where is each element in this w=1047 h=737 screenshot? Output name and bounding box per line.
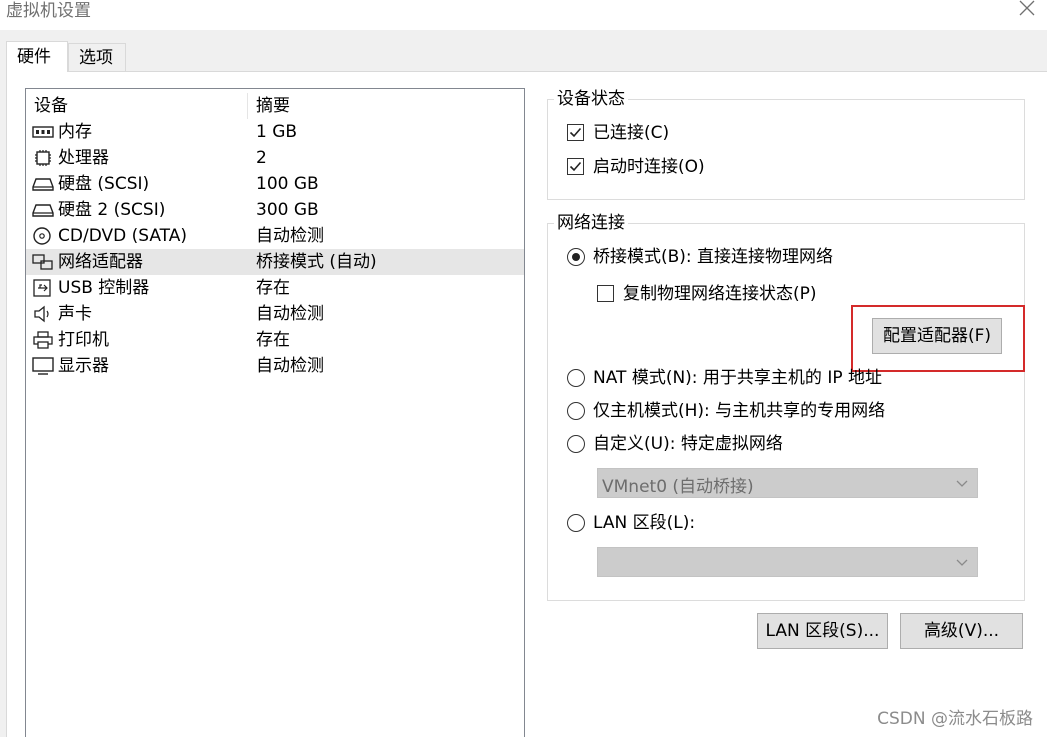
custom-network-value: VMnet0 (自动桥接) <box>602 477 754 497</box>
device-summary: 自动检测 <box>256 226 324 246</box>
cd-dvd-icon <box>32 227 54 245</box>
host-only-label[interactable]: 仅主机模式(H): 与主机共享的专用网络 <box>593 400 885 422</box>
bridged-label[interactable]: 桥接模式(B): 直接连接物理网络 <box>593 246 833 268</box>
lan-segment-radio[interactable] <box>567 514 585 532</box>
network-adapter-icon <box>32 253 54 271</box>
device-row-memory[interactable]: 内存 1 GB <box>26 119 524 145</box>
tab-hardware[interactable]: 硬件 <box>6 41 68 72</box>
device-row-cd-dvd[interactable]: CD/DVD (SATA) 自动检测 <box>26 223 524 249</box>
radio-dot <box>572 253 580 261</box>
chevron-down-icon <box>955 475 969 489</box>
configure-adapters-button[interactable]: 配置适配器(F) <box>872 318 1002 354</box>
device-summary: 300 GB <box>256 200 319 220</box>
network-connection-title: 网络连接 <box>554 213 628 233</box>
device-status-title: 设备状态 <box>554 89 628 109</box>
chevron-down-icon <box>955 554 969 568</box>
replicate-state-label[interactable]: 复制物理网络连接状态(P) <box>623 283 817 305</box>
device-summary: 桥接模式 (自动) <box>256 252 377 272</box>
host-only-radio[interactable] <box>567 402 585 420</box>
lan-segment-label[interactable]: LAN 区段(L): <box>593 512 695 534</box>
device-row-network-adapter[interactable]: 网络适配器 桥接模式 (自动) <box>26 249 524 275</box>
device-name: 显示器 <box>58 356 109 376</box>
custom-network-select[interactable]: VMnet0 (自动桥接) <box>597 468 978 498</box>
device-row-usb-controller[interactable]: USB 控制器 存在 <box>26 275 524 301</box>
device-row-printer[interactable]: 打印机 存在 <box>26 327 524 353</box>
connect-at-power-on-checkbox[interactable] <box>567 158 584 175</box>
column-header-device[interactable]: 设备 <box>34 93 68 119</box>
nat-label[interactable]: NAT 模式(N): 用于共享主机的 IP 地址 <box>593 367 882 389</box>
device-summary: 2 <box>256 148 267 168</box>
device-name: USB 控制器 <box>58 278 150 298</box>
device-name: 声卡 <box>58 304 92 324</box>
connected-label[interactable]: 已连接(C) <box>593 122 669 144</box>
device-name: 处理器 <box>58 148 109 168</box>
device-name: 内存 <box>58 122 92 142</box>
custom-label[interactable]: 自定义(U): 特定虚拟网络 <box>593 433 783 455</box>
device-summary: 自动检测 <box>256 304 324 324</box>
device-row-display[interactable]: 显示器 自动检测 <box>26 353 524 379</box>
device-summary: 存在 <box>256 330 290 350</box>
sound-card-icon <box>32 305 54 323</box>
device-name: 网络适配器 <box>58 252 143 272</box>
custom-radio[interactable] <box>567 435 585 453</box>
connected-checkbox[interactable] <box>567 124 584 141</box>
window-title: 虚拟机设置 <box>6 1 91 21</box>
connect-at-power-on-label[interactable]: 启动时连接(O) <box>593 156 705 178</box>
device-summary: 自动检测 <box>256 356 324 376</box>
device-summary: 100 GB <box>256 174 319 194</box>
hard-disk-icon <box>32 175 54 193</box>
watermark: CSDN @流水石板路 <box>877 709 1033 729</box>
display-icon <box>32 357 54 375</box>
title-bar <box>0 0 1047 30</box>
replicate-state-checkbox[interactable] <box>597 285 614 302</box>
device-row-hard-disk[interactable]: 硬盘 (SCSI) 100 GB <box>26 171 524 197</box>
lan-segment-select[interactable] <box>597 547 978 577</box>
memory-icon <box>32 123 54 141</box>
device-row-processor[interactable]: 处理器 2 <box>26 145 524 171</box>
device-status-group <box>547 99 1025 200</box>
processor-icon <box>32 149 54 167</box>
nat-radio[interactable] <box>567 369 585 387</box>
lan-segments-button[interactable]: LAN 区段(S)... <box>757 613 888 649</box>
device-list[interactable]: 设备 摘要 内存 1 GB 处理器 2 硬盘 (SCSI) 100 GB 硬盘 … <box>25 88 525 737</box>
close-icon[interactable] <box>1017 0 1037 18</box>
device-row-hard-disk-2[interactable]: 硬盘 2 (SCSI) 300 GB <box>26 197 524 223</box>
device-summary: 存在 <box>256 278 290 298</box>
device-name: 硬盘 2 (SCSI) <box>58 200 166 220</box>
device-name: 打印机 <box>58 330 109 350</box>
advanced-button[interactable]: 高级(V)... <box>900 613 1023 649</box>
printer-icon <box>32 331 54 349</box>
column-header-summary[interactable]: 摘要 <box>256 93 290 119</box>
device-summary: 1 GB <box>256 122 298 142</box>
column-divider[interactable] <box>247 93 248 119</box>
bridged-radio[interactable] <box>567 248 585 266</box>
usb-icon <box>32 279 54 297</box>
device-row-sound-card[interactable]: 声卡 自动检测 <box>26 301 524 327</box>
device-name: CD/DVD (SATA) <box>58 226 187 246</box>
device-name: 硬盘 (SCSI) <box>58 174 150 194</box>
tab-options[interactable]: 选项 <box>68 43 126 71</box>
hard-disk-icon <box>32 201 54 219</box>
